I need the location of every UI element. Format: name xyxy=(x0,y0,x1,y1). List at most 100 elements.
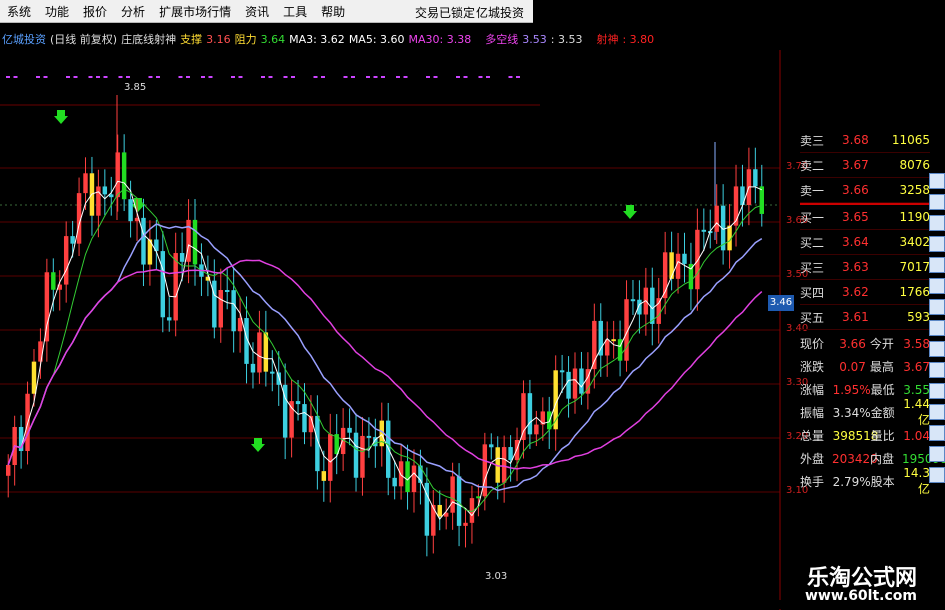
stat-label: 股本 xyxy=(870,475,895,489)
order-label: 卖三 xyxy=(800,133,825,148)
candle-body xyxy=(437,504,442,517)
menu-system[interactable]: 系统 xyxy=(0,3,38,20)
candle-body xyxy=(682,253,687,264)
stat-value: 3.58 xyxy=(903,336,930,351)
toolbar-button[interactable] xyxy=(929,194,945,210)
order-row-ask2[interactable]: 卖二 3.67 8076 xyxy=(800,153,930,178)
toolbar-button[interactable] xyxy=(929,299,945,315)
low-price-label: 3.03 xyxy=(485,571,507,582)
candle-body xyxy=(572,368,578,399)
toolbar-button[interactable] xyxy=(929,362,945,378)
stat-row: 涨跌 0.07 最高 3.67 xyxy=(800,355,930,378)
order-row-bid3[interactable]: 买三 3.63 7017 xyxy=(800,255,930,280)
order-price: 3.65 xyxy=(842,210,869,224)
menu-analysis[interactable]: 分析 xyxy=(114,3,152,20)
candle-body xyxy=(366,435,372,438)
candle-body xyxy=(263,332,269,372)
candle-body xyxy=(714,205,719,232)
order-price: 3.67 xyxy=(842,158,869,172)
toolbar-button[interactable] xyxy=(929,257,945,273)
resist-label: 阻力 xyxy=(234,33,257,46)
ma3-value: MA3: 3.62 xyxy=(289,32,345,46)
candle-body xyxy=(63,236,69,285)
candle-body xyxy=(630,299,636,302)
stat-value: 1.95% xyxy=(832,382,871,397)
order-row-bid4[interactable]: 买四 3.62 1766 xyxy=(800,280,930,305)
menu-news[interactable]: 资讯 xyxy=(238,3,276,20)
menu-extended-market[interactable]: 扩展市场行情 xyxy=(152,3,238,20)
menu-function[interactable]: 功能 xyxy=(38,3,76,20)
order-price: 3.66 xyxy=(842,183,869,197)
candle-body xyxy=(559,370,565,373)
toolbar-button[interactable] xyxy=(929,446,945,462)
candle-body xyxy=(167,317,172,321)
toolbar-button[interactable] xyxy=(929,215,945,231)
toolbar-button[interactable] xyxy=(929,467,945,483)
stat-value: 3.67 xyxy=(903,359,930,374)
candle-body xyxy=(96,186,101,216)
order-volume: 3402 xyxy=(899,235,930,249)
candle-body xyxy=(669,252,674,279)
stat-label: 振幅 xyxy=(800,406,825,420)
indicator-name[interactable]: 庄底线射神 xyxy=(121,31,176,47)
stat-row: 现价 3.66 今开 3.58 xyxy=(800,332,930,355)
toolbar-button[interactable] xyxy=(929,404,945,420)
candle-body xyxy=(173,253,178,321)
order-row-bid5[interactable]: 买五 3.61 593 xyxy=(800,305,930,330)
stat-row: 换手 2.79% 股本 14.3亿 xyxy=(800,466,930,496)
stat-label: 量比 xyxy=(870,429,895,443)
order-row-ask1[interactable]: 卖一 3.66 3258 xyxy=(800,178,930,203)
candle-body xyxy=(192,219,198,265)
candle-body xyxy=(160,251,166,318)
order-label: 买一 xyxy=(800,210,825,225)
order-label: 卖一 xyxy=(800,183,825,198)
menu-help[interactable]: 帮助 xyxy=(314,3,352,20)
candle-body xyxy=(6,465,11,476)
resist-value: 3.64 xyxy=(260,32,286,46)
order-price: 3.68 xyxy=(842,133,869,147)
order-price: 3.61 xyxy=(842,310,869,324)
order-row-bid2[interactable]: 买二 3.64 3402 xyxy=(800,230,930,255)
toolbar-button[interactable] xyxy=(929,320,945,336)
candle-body xyxy=(611,339,616,342)
bull-line-value-2: : 3.53 xyxy=(550,32,583,46)
menu-strip xyxy=(533,0,945,22)
down-arrow-icon xyxy=(54,110,68,124)
moving-averages xyxy=(7,180,763,520)
chart-period[interactable]: (日线 前复权) xyxy=(50,31,117,47)
toolbar-button[interactable] xyxy=(929,173,945,189)
toolbar-button[interactable] xyxy=(929,341,945,357)
stat-value: 398518 xyxy=(832,428,879,443)
candle-body xyxy=(289,401,294,438)
toolbar-button[interactable] xyxy=(929,278,945,294)
toolbar-button[interactable] xyxy=(929,383,945,399)
order-row-bid1[interactable]: 买一 3.65 1190 xyxy=(800,205,930,230)
toolbar-button[interactable] xyxy=(929,425,945,441)
menu-tools[interactable]: 工具 xyxy=(276,3,314,20)
stat-label: 最低 xyxy=(870,383,895,397)
trade-lock-status[interactable]: 交易已锁定 xyxy=(415,4,475,21)
menu-quote[interactable]: 报价 xyxy=(76,3,114,20)
candle-body xyxy=(231,290,236,332)
order-volume: 11065 xyxy=(891,133,930,147)
candle-body xyxy=(250,363,256,373)
candle-body xyxy=(70,236,75,244)
stat-label: 涨幅 xyxy=(800,383,825,397)
order-row-ask3[interactable]: 卖三 3.68 11065 xyxy=(800,128,930,153)
candles xyxy=(6,134,764,557)
candle-body xyxy=(115,152,120,198)
stat-label: 涨跌 xyxy=(800,360,825,374)
candle-body xyxy=(295,401,301,405)
candle-body xyxy=(347,427,352,433)
candle-body xyxy=(598,320,603,356)
candle-body xyxy=(398,461,404,487)
candlestick-chart[interactable]: 3.85 3.03 xyxy=(0,50,800,610)
order-price: 3.62 xyxy=(842,285,869,299)
candle-body xyxy=(463,522,468,526)
toolbar-button[interactable] xyxy=(929,236,945,252)
order-label: 买四 xyxy=(800,285,825,300)
stat-label: 总量 xyxy=(800,429,825,443)
candle-body xyxy=(759,186,764,214)
candle-body xyxy=(695,229,700,290)
short-label: 射神 xyxy=(596,33,619,46)
